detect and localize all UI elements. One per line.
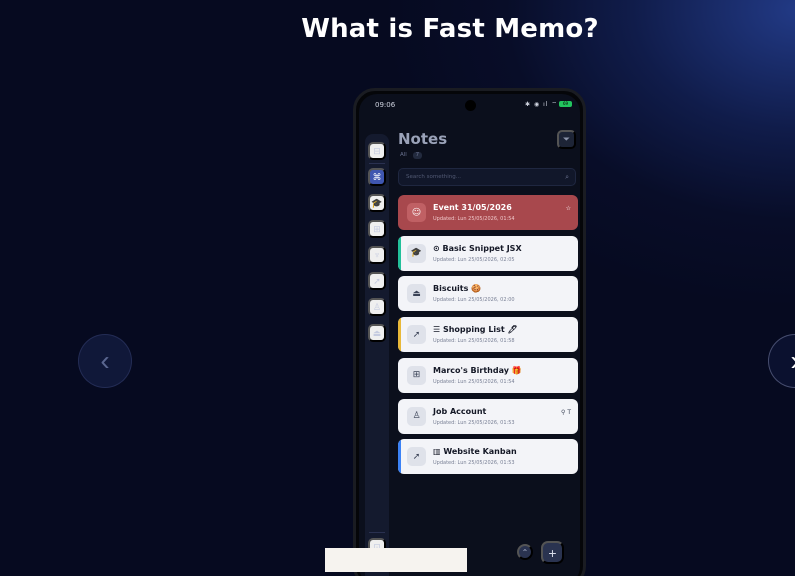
user-icon: ♙ xyxy=(372,301,382,312)
note-updated: Updated: Lun 25/05/2026, 01:53 xyxy=(433,419,515,426)
note-title: Marco's Birthday 🎁 xyxy=(433,365,522,375)
rocket-icon: ➚ xyxy=(407,325,426,345)
rail-divider xyxy=(369,163,385,164)
battery-icon: 69 xyxy=(559,101,572,107)
search-icon: ⌕ xyxy=(565,173,569,181)
sidebar-item-rocket[interactable]: ➚ xyxy=(368,272,386,290)
sidebar-item-graduation-cap[interactable]: 🎓 xyxy=(368,194,386,212)
layout-icon: ⊟ xyxy=(373,145,381,156)
chevron-left-icon: ‹ xyxy=(100,345,110,376)
chevron-up-icon: ⌃ xyxy=(521,547,529,557)
note-accent-bar xyxy=(398,439,401,475)
trophy-icon: ♆ xyxy=(373,250,381,260)
note-accent-bar xyxy=(398,317,401,353)
sidebar-item-trophy[interactable]: ♆ xyxy=(368,246,386,264)
filter-icon: ⏷ xyxy=(562,134,571,144)
cookie-banner-overlay xyxy=(325,548,467,572)
status-bar: 09:06 ✱ ◉ ıl ⌔ 69 xyxy=(359,94,580,114)
note-updated: Updated: Lun 25/05/2026, 02:00 xyxy=(433,297,515,304)
rail-divider xyxy=(369,532,385,533)
note-title: Job Account xyxy=(433,406,487,416)
carousel-next-button[interactable]: › xyxy=(768,334,795,388)
rocket-icon: ➚ xyxy=(407,447,426,467)
note-accent-bar xyxy=(398,235,401,271)
gift-icon: ⊞ xyxy=(373,223,381,234)
status-time: 09:06 xyxy=(375,101,396,109)
add-note-button[interactable]: + xyxy=(541,541,564,564)
sidebar-item-user[interactable]: ♙ xyxy=(368,298,386,316)
cake-icon: ⏏ xyxy=(372,327,382,338)
note-card[interactable]: 🎓 ⊙ Basic Snippet JSX Updated: Lun 25/05/2… xyxy=(398,235,578,271)
user-icon: ♙ xyxy=(407,406,426,426)
carousel-prev-button[interactable]: ‹ xyxy=(78,334,132,388)
note-card[interactable]: ➚ ▥ Website Kanban Updated: Lun 25/05/2026… xyxy=(398,439,578,475)
star-icon[interactable]: ☆ xyxy=(566,205,571,212)
sidebar-item-layout[interactable]: ⊟ xyxy=(368,142,386,160)
note-updated: Updated: Lun 25/05/2026, 02:05 xyxy=(433,256,515,263)
note-card[interactable]: ⏏ Biscuits 🍪 Updated: Lun 25/05/2026, 02:0… xyxy=(398,276,578,312)
note-card[interactable]: ♙ Job Account Updated: Lun 25/05/2026, 01:… xyxy=(398,398,578,434)
grid-icon: ⌘ xyxy=(372,171,382,182)
rocket-icon: ➚ xyxy=(373,275,381,286)
notes-filter-row: All 7 xyxy=(400,152,422,159)
note-card[interactable]: ➚ ☰ Shopping List 🖊 Updated: Lun 25/05/202… xyxy=(398,317,578,353)
sidebar-item-grid[interactable]: ⌘ xyxy=(368,168,386,186)
note-badges[interactable]: ⚲ T xyxy=(561,409,571,416)
smile-icon: ☺ xyxy=(407,203,426,222)
page-title: Notes xyxy=(398,130,448,148)
plus-icon: + xyxy=(548,544,557,561)
note-updated: Updated: Lun 25/05/2026, 01:53 xyxy=(433,460,515,467)
gift-icon: ⊞ xyxy=(407,365,426,385)
camera-cutout xyxy=(465,100,476,111)
note-updated: Updated: Lun 25/05/2026, 01:54 xyxy=(433,216,515,222)
search-placeholder: Search something... xyxy=(406,174,462,180)
phone-mockup: 09:06 ✱ ◉ ıl ⌔ 69 ⊟ ⌘ 🎓 ⊞ ♆ ➚ ♙ ⏏ ⊡ Notes ⏷ All 7… xyxy=(353,88,586,576)
search-input[interactable]: Search something... ⌕ xyxy=(398,168,576,186)
note-title: ▥ Website Kanban xyxy=(433,447,517,457)
cake-icon: ⏏ xyxy=(407,284,426,304)
filter-all-label[interactable]: All xyxy=(400,152,407,158)
graduation-cap-icon: 🎓 xyxy=(371,197,383,208)
status-icons: ✱ ◉ ıl ⌔ xyxy=(525,101,558,108)
note-title: ☰ Shopping List 🖊 xyxy=(433,325,518,335)
scroll-up-button[interactable]: ⌃ xyxy=(517,544,533,560)
note-title: ⊙ Basic Snippet JSX xyxy=(433,243,522,253)
note-updated: Updated: Lun 25/05/2026, 01:54 xyxy=(433,378,515,385)
graduation-cap-icon: 🎓 xyxy=(407,243,426,263)
phone-screen: 09:06 ✱ ◉ ıl ⌔ 69 ⊟ ⌘ 🎓 ⊞ ♆ ➚ ♙ ⏏ ⊡ Notes ⏷ All 7… xyxy=(359,94,580,576)
sidebar-item-gift[interactable]: ⊞ xyxy=(368,220,386,238)
page-headline: What is Fast Memo? xyxy=(301,14,599,44)
chevron-right-icon: › xyxy=(790,345,795,377)
note-title: Biscuits 🍪 xyxy=(433,284,482,294)
sidebar-item-cake[interactable]: ⏏ xyxy=(368,324,386,342)
note-card[interactable]: ☺ Event 31/05/2026 Updated: Lun 25/05/2026… xyxy=(398,195,578,230)
note-updated: Updated: Lun 25/05/2026, 01:58 xyxy=(433,338,515,345)
sidebar-rail: ⊟ ⌘ 🎓 ⊞ ♆ ➚ ♙ ⏏ ⊡ xyxy=(365,134,389,576)
notes-count-badge: 7 xyxy=(412,152,422,159)
note-title: Event 31/05/2026 xyxy=(433,203,512,212)
note-card[interactable]: ⊞ Marco's Birthday 🎁 Updated: Lun 25/05/20… xyxy=(398,357,578,393)
filter-button[interactable]: ⏷ xyxy=(557,130,576,149)
